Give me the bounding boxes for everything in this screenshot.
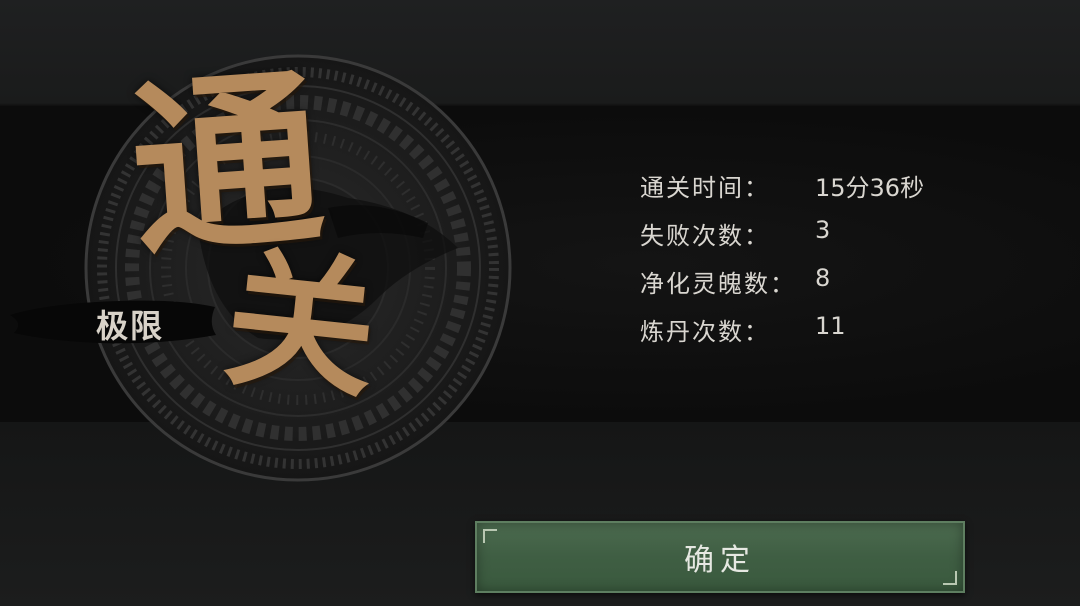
stat-value: 11	[815, 312, 846, 340]
stat-label: 炼丹次数：	[640, 318, 770, 346]
stat-value: 15分36秒	[815, 174, 925, 202]
stat-value: 8	[815, 264, 831, 292]
difficulty-label: 极限	[96, 307, 165, 345]
difficulty-banner: 极限	[10, 293, 220, 349]
title-char-guan: 关	[217, 229, 385, 421]
confirm-button[interactable]: 确定	[475, 521, 965, 593]
stat-label: 失败次数：	[640, 222, 770, 250]
confirm-label: 确定	[684, 543, 756, 578]
stat-label: 通关时间：	[640, 174, 770, 202]
level-complete-screen: 通 关 极限 通关时间： 15分36秒 失败次数： 3 净化灵魄数： 8 炼丹次…	[0, 0, 1080, 606]
stat-value: 3	[815, 216, 831, 244]
stat-label: 净化灵魄数：	[640, 270, 796, 298]
